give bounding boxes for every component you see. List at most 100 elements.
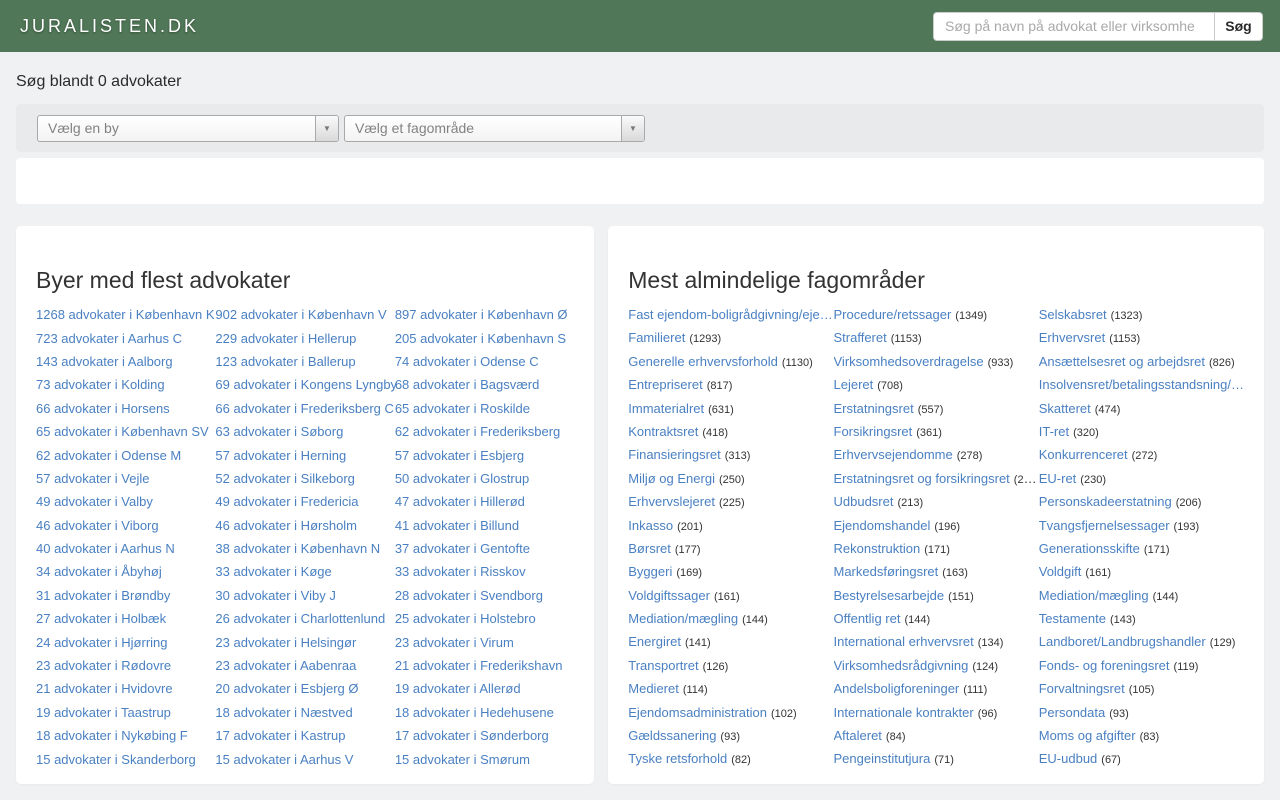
area-link[interactable]: Procedure/retssager	[834, 307, 952, 322]
area-link[interactable]: Ansættelsesret og arbejdsret	[1039, 354, 1205, 369]
city-link[interactable]: 65 advokater i Roskilde	[395, 401, 530, 416]
city-link[interactable]: 40 advokater i Aarhus N	[36, 541, 175, 556]
area-link[interactable]: Selskabsret	[1039, 307, 1107, 322]
area-link[interactable]: Erstatningsret og forsikringsret	[834, 471, 1010, 486]
city-link[interactable]: 18 advokater i Nykøbing F	[36, 728, 188, 743]
city-link[interactable]: 46 advokater i Viborg	[36, 518, 159, 533]
area-link[interactable]: Fast ejendom-boligrådgivning/eje…	[628, 307, 833, 322]
city-link[interactable]: 15 advokater i Skanderborg	[36, 752, 196, 767]
city-link[interactable]: 27 advokater i Holbæk	[36, 611, 166, 626]
city-link[interactable]: 15 advokater i Smørum	[395, 752, 530, 767]
city-link[interactable]: 66 advokater i Horsens	[36, 401, 170, 416]
area-link[interactable]: Strafferet	[834, 330, 887, 345]
city-link[interactable]: 46 advokater i Hørsholm	[215, 518, 357, 533]
area-link[interactable]: Finansieringsret	[628, 447, 721, 462]
area-link[interactable]: Markedsføringsret	[834, 564, 939, 579]
area-link[interactable]: EU-ret	[1039, 471, 1077, 486]
area-link[interactable]: Børsret	[628, 541, 671, 556]
city-link[interactable]: 30 advokater i Viby J	[215, 588, 335, 603]
area-link[interactable]: Ejendomshandel	[834, 518, 931, 533]
area-link[interactable]: Moms og afgifter	[1039, 728, 1136, 743]
city-link[interactable]: 15 advokater i Aarhus V	[215, 752, 353, 767]
area-link[interactable]: Virksomhedsoverdragelse	[834, 354, 984, 369]
city-link[interactable]: 26 advokater i Charlottenlund	[215, 611, 385, 626]
city-link[interactable]: 1268 advokater i København K	[36, 307, 215, 322]
city-link[interactable]: 74 advokater i Odense C	[395, 354, 539, 369]
city-link[interactable]: 897 advokater i København Ø	[395, 307, 568, 322]
city-link[interactable]: 23 advokater i Rødovre	[36, 658, 171, 673]
area-link[interactable]: Erhvervsejendomme	[834, 447, 953, 462]
area-select[interactable]: Vælg et fagområde ▼	[344, 114, 645, 142]
city-link[interactable]: 63 advokater i Søborg	[215, 424, 343, 439]
area-link[interactable]: Forvaltningsret	[1039, 681, 1125, 696]
city-link[interactable]: 23 advokater i Virum	[395, 635, 514, 650]
area-link[interactable]: Miljø og Energi	[628, 471, 715, 486]
city-link[interactable]: 24 advokater i Hjørring	[36, 635, 168, 650]
area-link[interactable]: Udbudsret	[834, 494, 894, 509]
area-link[interactable]: Rekonstruktion	[834, 541, 921, 556]
city-link[interactable]: 69 advokater i Kongens Lyngby	[215, 377, 397, 392]
city-link[interactable]: 57 advokater i Herning	[215, 448, 346, 463]
area-link[interactable]: Transportret	[628, 658, 698, 673]
city-link[interactable]: 49 advokater i Fredericia	[215, 494, 358, 509]
area-link[interactable]: Lejeret	[834, 377, 874, 392]
search-button[interactable]: Søg	[1214, 11, 1263, 41]
city-link[interactable]: 50 advokater i Glostrup	[395, 471, 529, 486]
area-link[interactable]: Tyske retsforhold	[628, 751, 727, 766]
city-link[interactable]: 31 advokater i Brøndby	[36, 588, 170, 603]
area-link[interactable]: Virksomhedsrådgivning	[834, 658, 969, 673]
area-link[interactable]: Energiret	[628, 634, 681, 649]
area-link[interactable]: Pengeinstitutjura	[834, 751, 931, 766]
city-link[interactable]: 47 advokater i Hillerød	[395, 494, 525, 509]
area-link[interactable]: Tvangsfjernelsessager	[1039, 518, 1170, 533]
area-link[interactable]: Skatteret	[1039, 401, 1091, 416]
city-link[interactable]: 23 advokater i Helsingør	[215, 635, 356, 650]
area-link[interactable]: Erhvervslejeret	[628, 494, 715, 509]
city-link[interactable]: 19 advokater i Allerød	[395, 681, 521, 696]
city-link[interactable]: 28 advokater i Svendborg	[395, 588, 543, 603]
city-link[interactable]: 723 advokater i Aarhus C	[36, 331, 182, 346]
area-link[interactable]: Generelle erhvervsforhold	[628, 354, 778, 369]
area-link[interactable]: Erstatningsret	[834, 401, 914, 416]
city-link[interactable]: 38 advokater i København N	[215, 541, 380, 556]
city-link[interactable]: 229 advokater i Hellerup	[215, 331, 356, 346]
search-input[interactable]	[933, 11, 1214, 41]
area-link[interactable]: IT-ret	[1039, 424, 1069, 439]
city-link[interactable]: 57 advokater i Vejle	[36, 471, 149, 486]
city-link[interactable]: 52 advokater i Silkeborg	[215, 471, 354, 486]
city-link[interactable]: 49 advokater i Valby	[36, 494, 153, 509]
area-link[interactable]: Landboret/Landbrugshandler	[1039, 634, 1206, 649]
area-link[interactable]: Kontraktsret	[628, 424, 698, 439]
city-link[interactable]: 21 advokater i Hvidovre	[36, 681, 173, 696]
area-link[interactable]: Bestyrelsesarbejde	[834, 588, 945, 603]
city-link[interactable]: 17 advokater i Sønderborg	[395, 728, 549, 743]
city-link[interactable]: 68 advokater i Bagsværd	[395, 377, 540, 392]
city-link[interactable]: 65 advokater i København SV	[36, 424, 209, 439]
area-link[interactable]: Voldgiftssager	[628, 588, 710, 603]
city-link[interactable]: 17 advokater i Kastrup	[215, 728, 345, 743]
city-link[interactable]: 73 advokater i Kolding	[36, 377, 165, 392]
city-link[interactable]: 25 advokater i Holstebro	[395, 611, 536, 626]
area-link[interactable]: Forsikringsret	[834, 424, 913, 439]
area-link[interactable]: Andelsboligforeninger	[834, 681, 960, 696]
area-link[interactable]: Insolvensret/betalingsstandsning/…	[1039, 377, 1244, 392]
city-link[interactable]: 21 advokater i Frederikshavn	[395, 658, 563, 673]
area-link[interactable]: Internationale kontrakter	[834, 705, 974, 720]
city-link[interactable]: 66 advokater i Frederiksberg C	[215, 401, 393, 416]
city-link[interactable]: 37 advokater i Gentofte	[395, 541, 530, 556]
area-link[interactable]: Familieret	[628, 330, 685, 345]
city-link[interactable]: 33 advokater i Køge	[215, 564, 331, 579]
city-link[interactable]: 902 advokater i København V	[215, 307, 386, 322]
city-select[interactable]: Vælg en by ▼	[37, 114, 339, 142]
area-link[interactable]: Aftaleret	[834, 728, 882, 743]
area-link[interactable]: Mediation/mægling	[1039, 588, 1149, 603]
area-link[interactable]: Personskadeerstatning	[1039, 494, 1172, 509]
site-logo[interactable]: JURALISTEN.DK	[20, 16, 199, 37]
area-link[interactable]: Fonds- og foreningsret	[1039, 658, 1170, 673]
city-link[interactable]: 143 advokater i Aalborg	[36, 354, 173, 369]
city-link[interactable]: 41 advokater i Billund	[395, 518, 519, 533]
area-link[interactable]: EU-udbud	[1039, 751, 1098, 766]
area-link[interactable]: Konkurrenceret	[1039, 447, 1128, 462]
area-link[interactable]: Erhvervsret	[1039, 330, 1105, 345]
city-link[interactable]: 62 advokater i Frederiksberg	[395, 424, 560, 439]
